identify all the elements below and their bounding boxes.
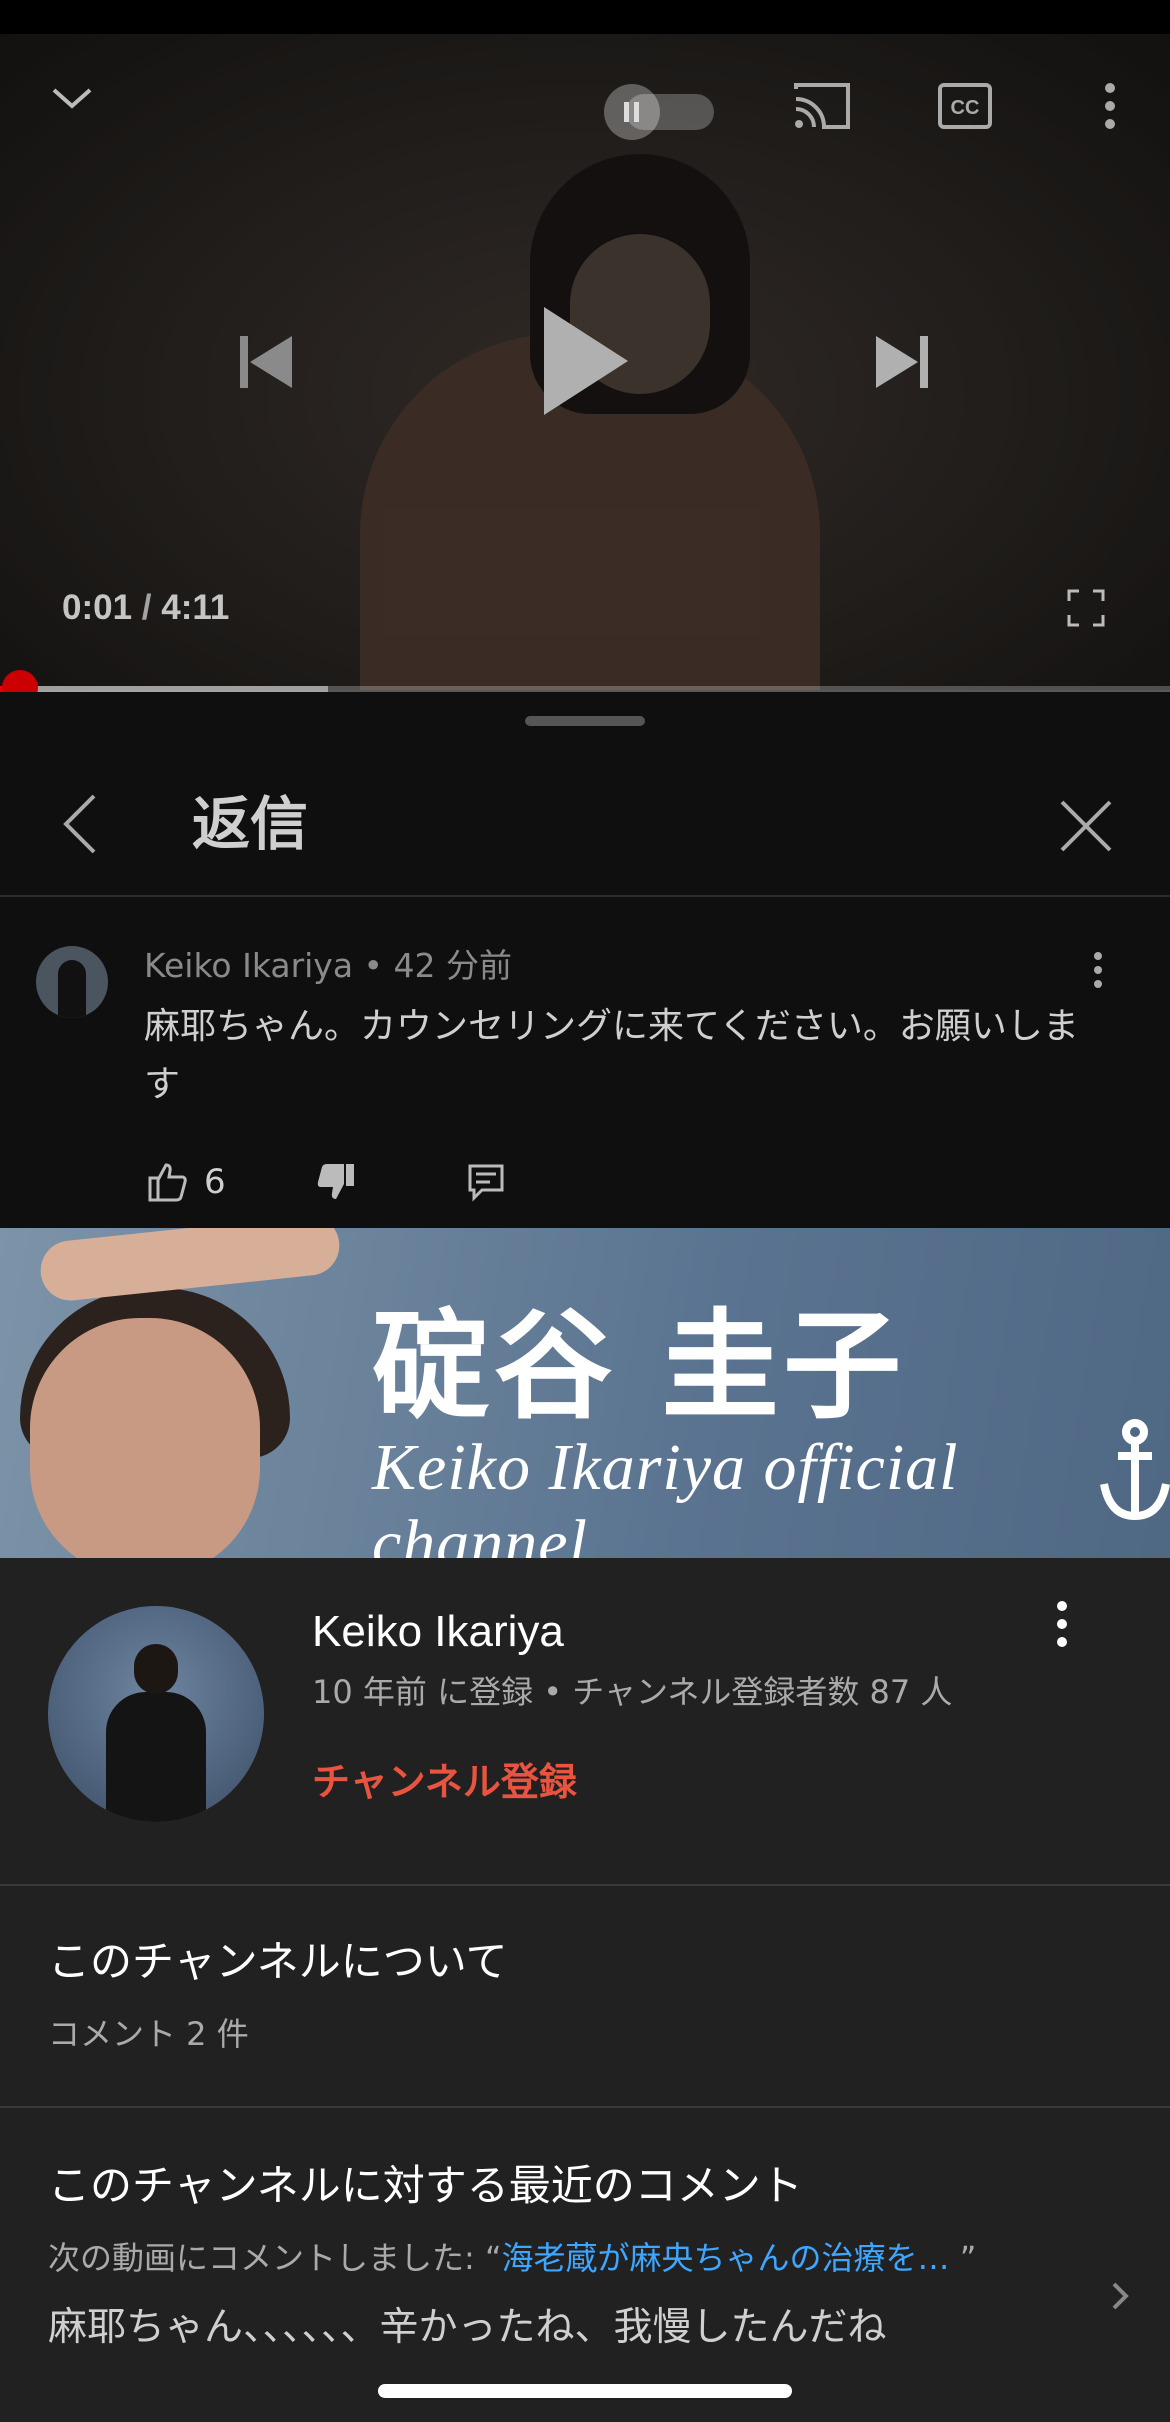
- header-divider: [0, 895, 1170, 897]
- about-channel-section[interactable]: [0, 1886, 1170, 2106]
- like-count: 6: [204, 1162, 226, 1202]
- comment-author-avatar[interactable]: [36, 946, 108, 1018]
- more-vertical-icon[interactable]: [1090, 76, 1130, 136]
- comment-meta: Keiko Ikariya • 42 分前: [144, 944, 512, 988]
- chevron-right-icon[interactable]: [1106, 2276, 1134, 2316]
- next-icon[interactable]: [862, 322, 942, 402]
- recent-comment-context: 次の動画にコメントしました: “海老蔵が麻央ちゃんの治療を… ”: [48, 2236, 976, 2280]
- time-separator: /: [132, 588, 162, 627]
- channel-avatar[interactable]: [48, 1606, 264, 1822]
- status-bar: [0, 0, 1170, 34]
- dislike-thumbs-down-icon[interactable]: [312, 1158, 360, 1206]
- duration: 4:11: [161, 588, 230, 627]
- like-thumbs-up-icon[interactable]: [144, 1158, 192, 1206]
- time-display: 0:01 / 4:11: [62, 588, 229, 628]
- subscribe-button[interactable]: チャンネル登録: [312, 1756, 577, 1808]
- closed-captions-icon[interactable]: CC: [930, 76, 1000, 136]
- comment-meta-dot: •: [353, 946, 394, 985]
- back-chevron-left-icon[interactable]: [50, 786, 110, 862]
- panel-title: 返信: [192, 790, 309, 858]
- banner-photo-face: [30, 1318, 260, 1558]
- channel-stats: 10 年前 に登録 • チャンネル登録者数 87 人: [312, 1673, 953, 1711]
- recent-video-link[interactable]: 海老蔵が麻央ちゃんの治療を…: [502, 2239, 950, 2277]
- home-indicator: [378, 2384, 792, 2398]
- drag-handle[interactable]: [525, 716, 645, 726]
- about-channel-title[interactable]: このチャンネルについて: [48, 1934, 507, 1990]
- banner-name-japanese: 碇谷 圭子: [372, 1296, 906, 1435]
- comment-text: 麻耶ちゃん。カウンセリングに来てください。お願いします: [144, 1006, 1079, 1105]
- recent-comment-suffix: ”: [949, 2239, 977, 2277]
- channel-name[interactable]: Keiko Ikariya: [312, 1602, 564, 1662]
- recent-comment-prefix: 次の動画にコメントしました: “: [48, 2239, 502, 2277]
- reply-comment-icon[interactable]: [462, 1158, 510, 1206]
- current-time: 0:01: [62, 588, 133, 627]
- comment-time: 42 分前: [393, 946, 512, 985]
- cast-icon[interactable]: [786, 76, 858, 136]
- close-icon[interactable]: [1050, 790, 1122, 862]
- recent-comment-text: 麻耶ちゃん、、、、、、辛かったね、我慢したんだね: [48, 2305, 887, 2350]
- anchor-icon: [1100, 1418, 1170, 1522]
- previous-icon[interactable]: [226, 322, 306, 402]
- fullscreen-icon[interactable]: [1060, 582, 1112, 634]
- about-channel-subtitle: コメント 2 件: [48, 2015, 249, 2053]
- minimize-chevron-down-icon[interactable]: [40, 66, 104, 130]
- comment-more-icon[interactable]: [1080, 948, 1116, 992]
- svg-text:CC: CC: [951, 97, 980, 119]
- comment-author[interactable]: Keiko Ikariya: [144, 946, 353, 985]
- channel-more-icon[interactable]: [1044, 1596, 1080, 1652]
- play-icon[interactable]: [525, 298, 645, 424]
- autoplay-toggle[interactable]: [604, 80, 714, 140]
- recent-comments-title: このチャンネルに対する最近のコメント: [48, 2161, 803, 2210]
- pause-icon: [604, 84, 660, 140]
